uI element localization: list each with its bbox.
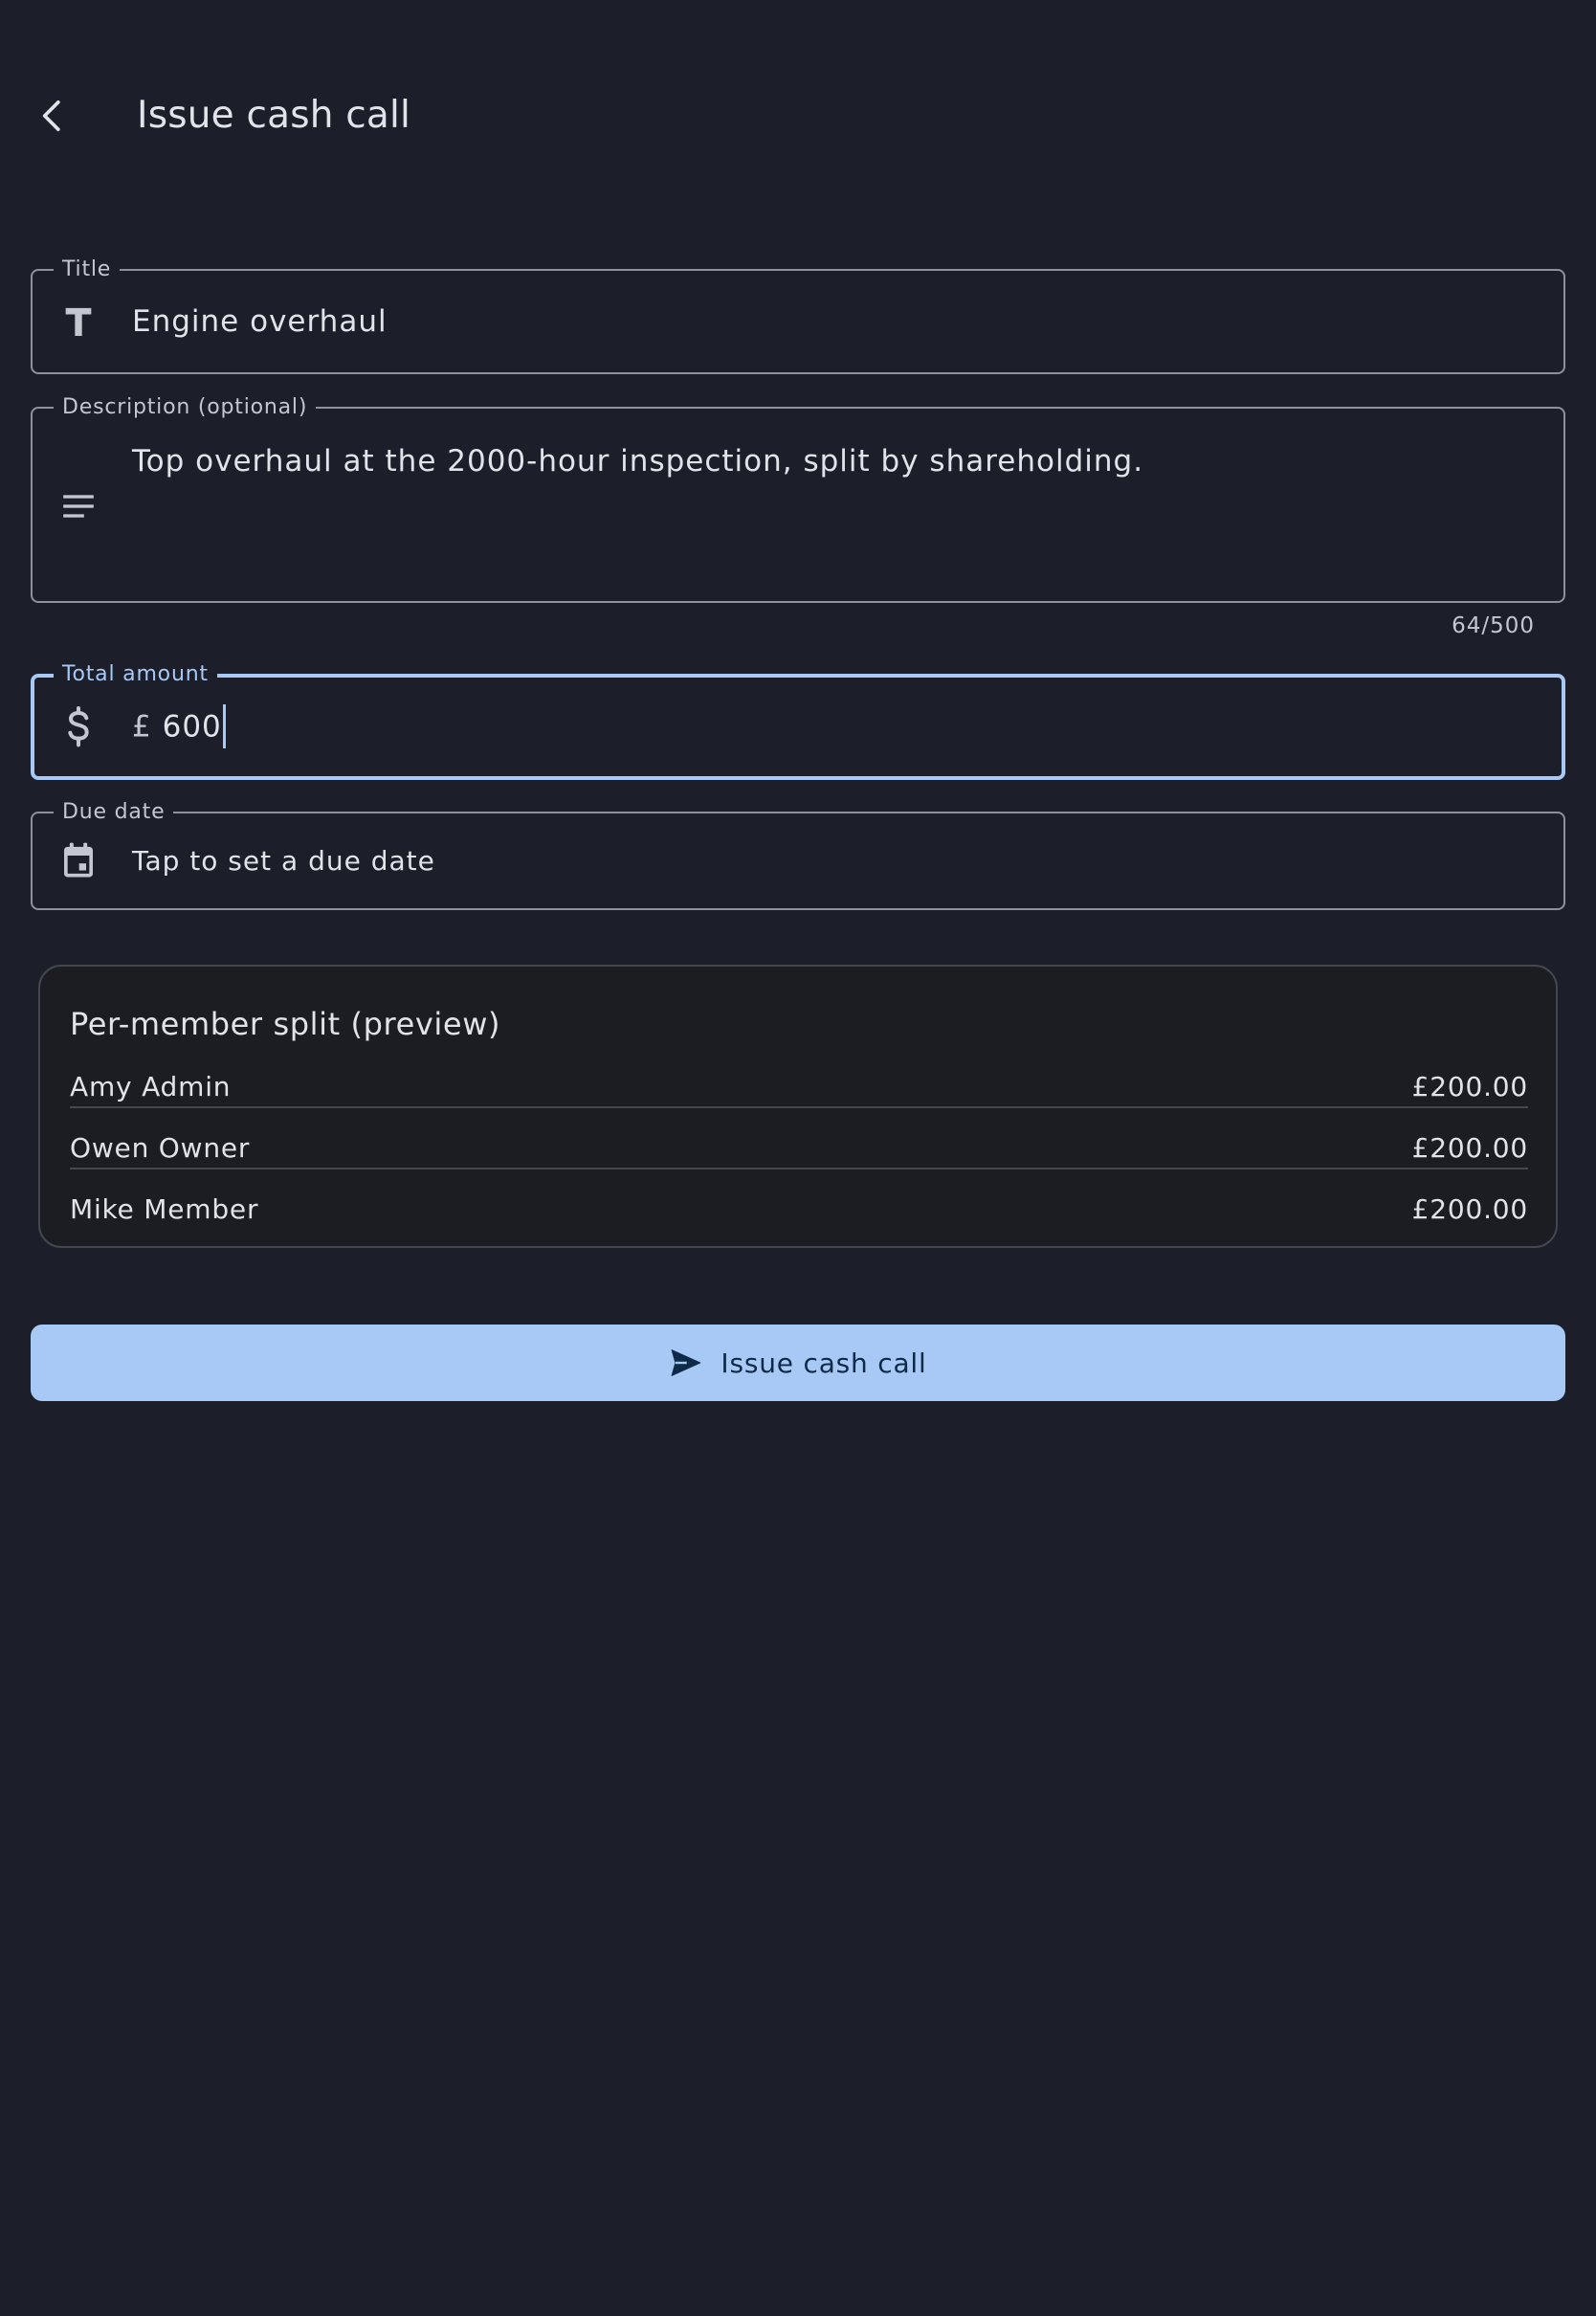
member-name: Mike Member (70, 1192, 259, 1225)
page-title: Issue cash call (137, 94, 411, 137)
amount-field-label: Total amount (54, 662, 217, 687)
title-input[interactable]: Engine overhaul (132, 302, 388, 341)
amount-input[interactable]: £ 600 (132, 704, 226, 750)
title-text-icon (57, 301, 100, 343)
due-date-field[interactable]: Due date Tap to set a due date (31, 800, 1565, 910)
description-input[interactable]: Top overhaul at the 2000-hour inspection… (132, 442, 1143, 480)
issue-button-label: Issue cash call (720, 1347, 927, 1379)
split-divider (70, 1168, 1528, 1169)
amount-field[interactable]: Total amount £ 600 (31, 662, 1565, 780)
description-char-counter: 64/500 (1452, 613, 1535, 638)
issue-cash-call-button[interactable]: Issue cash call (31, 1325, 1565, 1401)
dollar-icon (57, 706, 100, 748)
description-field-label: Description (optional) (54, 395, 317, 420)
member-amount: £200.00 (1411, 1192, 1528, 1225)
app-bar: Issue cash call (0, 0, 1596, 232)
split-preview-card: Per-member split (preview) Amy Admin £20… (38, 965, 1558, 1248)
send-icon (672, 1349, 701, 1376)
back-button[interactable] (21, 84, 84, 147)
currency-prefix: £ (132, 709, 152, 745)
split-preview-title: Per-member split (preview) (70, 1006, 501, 1042)
split-divider (70, 1106, 1528, 1108)
split-row: Mike Member £200.00 (70, 1179, 1528, 1238)
description-field[interactable]: Description (optional) Top overhaul at t… (31, 395, 1565, 603)
due-date-field-label: Due date (54, 800, 174, 825)
member-name: Owen Owner (70, 1131, 251, 1164)
due-date-input[interactable]: Tap to set a due date (132, 842, 435, 880)
member-amount: £200.00 (1411, 1131, 1528, 1164)
title-field-label: Title (54, 257, 121, 282)
notes-icon (57, 485, 100, 527)
member-amount: £200.00 (1411, 1070, 1528, 1102)
member-name: Amy Admin (70, 1070, 232, 1102)
amount-value: 600 (162, 709, 222, 745)
chevron-left-icon (42, 100, 60, 132)
calendar-icon (57, 839, 100, 881)
title-field[interactable]: Title Engine overhaul (31, 257, 1565, 374)
text-caret (222, 704, 226, 748)
